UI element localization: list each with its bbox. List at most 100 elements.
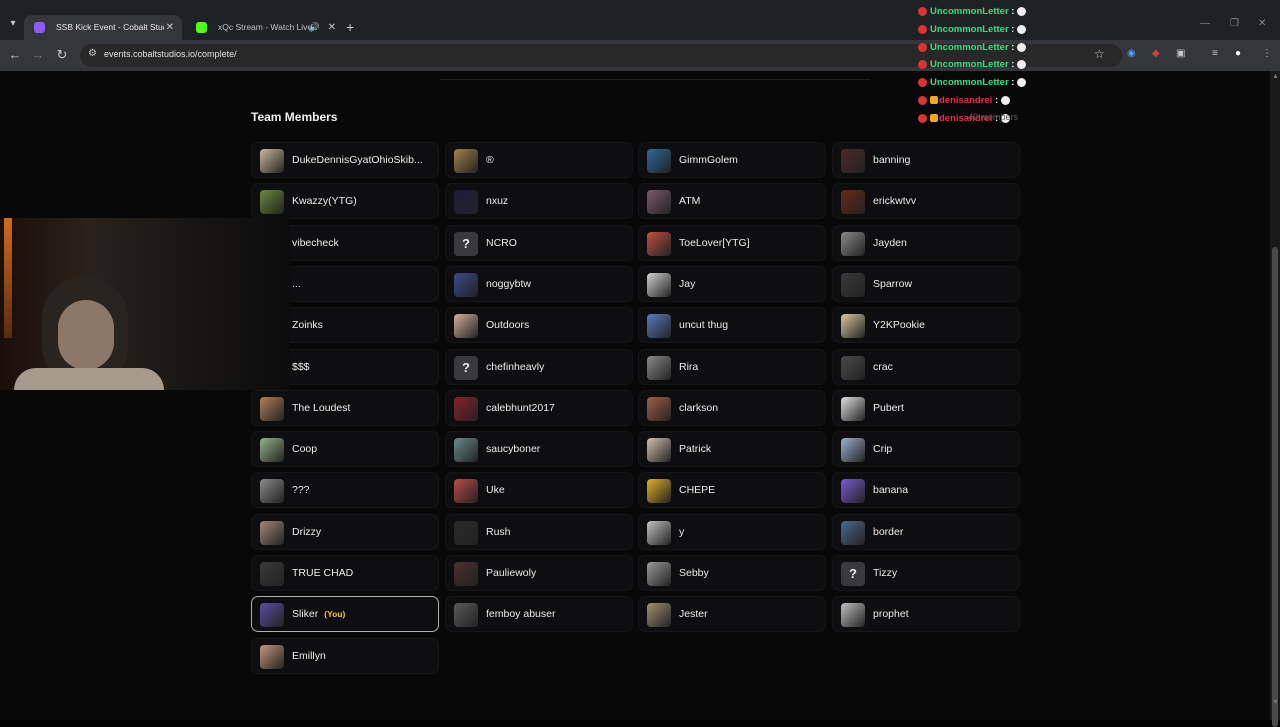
member-card[interactable]: The Loudest: [251, 389, 439, 426]
member-name: banana: [873, 484, 909, 497]
member-avatar: [841, 396, 865, 421]
member-card[interactable]: Jester: [638, 596, 826, 633]
bookmark-star-icon[interactable]: ☆: [1094, 47, 1105, 61]
reload-button[interactable]: ↻: [53, 46, 71, 64]
member-card[interactable]: Pauliewoly: [445, 555, 633, 591]
member-name: Outdoors: [486, 319, 530, 332]
member-card[interactable]: Rira: [638, 348, 826, 385]
member-card[interactable]: Sparrow: [832, 265, 1020, 302]
chat-username: UncommonLetter: [930, 77, 1009, 89]
chat-emote-icon: [1017, 60, 1027, 70]
member-name: ...: [292, 277, 301, 290]
profile-avatar-icon[interactable]: ●: [1235, 48, 1241, 59]
reading-list-icon[interactable]: ≡: [1212, 48, 1218, 59]
chat-badge-icon: [918, 78, 927, 88]
member-name: Tizzy: [873, 567, 898, 579]
audio-playing-icon[interactable]: 🔊: [309, 15, 320, 40]
member-name: Crip: [873, 443, 893, 456]
new-tab-button[interactable]: +: [346, 16, 360, 38]
close-window-icon[interactable]: ✕: [1258, 18, 1266, 29]
member-card[interactable]: ? chefinheavly: [445, 348, 633, 385]
member-card[interactable]: calebhunt2017: [445, 389, 633, 426]
member-card[interactable]: noggybtw: [445, 265, 633, 302]
member-avatar: [454, 149, 478, 173]
member-card[interactable]: ATM: [638, 183, 826, 220]
member-card[interactable]: Sebby: [638, 555, 826, 591]
member-card[interactable]: femboy abuser: [445, 596, 633, 633]
member-name: Rush: [486, 525, 511, 538]
scroll-up-icon[interactable]: ▲: [1272, 73, 1279, 80]
member-card[interactable]: Rush: [445, 513, 633, 550]
member-card[interactable]: ? Tizzy: [832, 555, 1020, 591]
member-name: Emillyn: [292, 649, 326, 662]
member-card[interactable]: clarkson: [638, 389, 826, 426]
member-name: border: [873, 525, 904, 538]
member-card[interactable]: Sliker (You): [251, 596, 439, 633]
chat-line: UncommonLetter :: [918, 6, 1038, 24]
member-name: TRUE CHAD: [292, 567, 354, 579]
member-card[interactable]: DukeDennisGyatOhioSkib...: [251, 142, 439, 178]
member-card[interactable]: saucyboner: [445, 431, 633, 468]
minimize-icon[interactable]: —: [1200, 18, 1210, 29]
tab-ssb-kick-event[interactable]: SSB Kick Event - Cobalt Studios ✕: [24, 15, 182, 40]
site-info-icon[interactable]: ⚙: [88, 48, 97, 59]
member-card[interactable]: ? NCRO: [445, 224, 633, 261]
extension-icon[interactable]: ◆: [1152, 48, 1160, 59]
member-avatar: [647, 479, 671, 504]
member-name: Uke: [486, 484, 505, 497]
member-card[interactable]: Uke: [445, 472, 633, 509]
extension-icon[interactable]: ◉: [1127, 48, 1136, 59]
extensions-puzzle-icon[interactable]: ▣: [1176, 48, 1185, 59]
member-card[interactable]: Pubert: [832, 389, 1020, 426]
member-card[interactable]: ToeLover[YTG]: [638, 224, 826, 261]
scroll-down-icon[interactable]: ▼: [1272, 699, 1279, 706]
member-card[interactable]: y: [638, 513, 826, 550]
chat-line: UncommonLetter :: [918, 24, 1038, 42]
member-card[interactable]: Coop: [251, 431, 439, 468]
member-card[interactable]: CHEPE: [638, 472, 826, 509]
member-name: y: [679, 525, 685, 538]
member-card[interactable]: Kwazzy(YTG): [251, 183, 439, 220]
chat-username: UncommonLetter: [930, 59, 1009, 71]
menu-kebab-icon[interactable]: ⋮: [1262, 48, 1272, 59]
close-tab-icon[interactable]: ✕: [328, 15, 336, 40]
tab-search-button[interactable]: ▾: [4, 15, 22, 33]
member-card[interactable]: Emillyn: [251, 637, 439, 674]
member-card[interactable]: nxuz: [445, 183, 633, 220]
member-card[interactable]: erickwtvv: [832, 183, 1020, 220]
member-card[interactable]: uncut thug: [638, 307, 826, 344]
member-card[interactable]: Jay: [638, 265, 826, 302]
team-members-heading: Team Members: [251, 110, 338, 124]
member-card[interactable]: crac: [832, 348, 1020, 385]
member-avatar: [454, 520, 478, 545]
scrollbar-thumb[interactable]: [1272, 247, 1278, 727]
member-card[interactable]: Y2KPookie: [832, 307, 1020, 344]
forward-button[interactable]: →: [29, 46, 47, 64]
member-card[interactable]: prophet: [832, 596, 1020, 633]
tab-xqc-stream[interactable]: xQc Stream - Watch Live on Kick 🔊 ✕: [186, 15, 344, 40]
member-card[interactable]: Outdoors: [445, 307, 633, 344]
member-card[interactable]: GimmGolem: [638, 142, 826, 178]
member-card[interactable]: banana: [832, 472, 1020, 509]
member-card[interactable]: ???: [251, 472, 439, 509]
back-button[interactable]: ←: [6, 46, 24, 64]
member-card[interactable]: banning: [832, 142, 1020, 178]
tab-title: xQc Stream - Watch Live on Kick: [218, 22, 313, 32]
member-name: Drizzy: [292, 525, 322, 538]
member-avatar: ?: [841, 562, 865, 586]
page-scrollbar[interactable]: ▲ ▼: [1270, 71, 1280, 727]
member-card[interactable]: ®: [445, 142, 633, 178]
member-card[interactable]: TRUE CHAD: [251, 555, 439, 591]
member-card[interactable]: Crip: [832, 431, 1020, 468]
member-name: Patrick: [679, 443, 712, 456]
member-name: Jayden: [873, 236, 907, 249]
member-card[interactable]: Drizzy: [251, 513, 439, 550]
maximize-icon[interactable]: ❐: [1230, 18, 1239, 29]
member-card[interactable]: Patrick: [638, 431, 826, 468]
member-avatar: [260, 149, 284, 173]
member-card[interactable]: border: [832, 513, 1020, 550]
member-name: Pauliewoly: [486, 567, 537, 579]
close-tab-icon[interactable]: ✕: [166, 15, 174, 40]
member-card[interactable]: Jayden: [832, 224, 1020, 261]
browser-toolbar: ← → ↻ ⚙ events.cobaltstudios.io/complete…: [0, 40, 1280, 71]
